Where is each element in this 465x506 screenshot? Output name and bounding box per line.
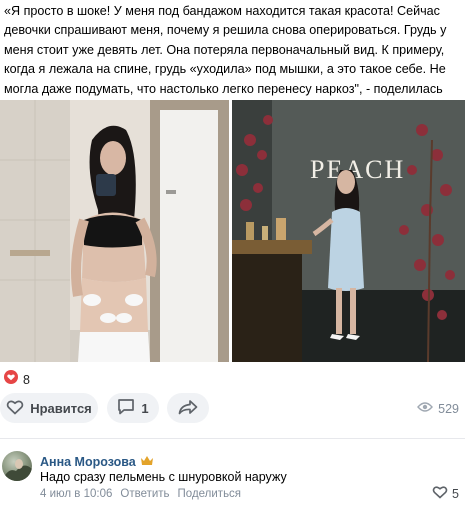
heart-icon <box>4 370 18 389</box>
share-button[interactable] <box>167 393 209 423</box>
comment-like-button[interactable]: 5 <box>432 485 459 502</box>
comment-meta: 4 июл в 10:06 Ответить Поделиться <box>40 488 241 500</box>
reactions-summary[interactable]: 8 <box>4 370 30 389</box>
photo-restaurant[interactable]: PEACH <box>232 100 465 362</box>
comment-author-name: Анна Морозова <box>40 455 136 469</box>
like-button-label: Нравится <box>30 400 92 416</box>
views-counter: 529 <box>417 401 459 416</box>
like-button[interactable]: Нравится <box>0 393 98 423</box>
comment-text: Надо сразу пельмень с шнуровкой наружу <box>40 470 287 484</box>
comment-date[interactable]: 4 июл в 10:06 <box>40 488 112 500</box>
eye-icon <box>417 401 434 416</box>
restaurant-sign: PEACH <box>310 155 405 184</box>
photo-restaurant-image: PEACH <box>232 100 465 362</box>
photo-grid: PEACH <box>0 100 465 362</box>
share-arrow-icon <box>178 399 198 418</box>
heart-outline-icon <box>6 399 24 418</box>
comment-likes-count: 5 <box>452 486 459 501</box>
photo-mirror-selfie-image <box>0 100 229 362</box>
heart-outline-icon <box>432 485 448 502</box>
photo-mirror-selfie[interactable] <box>0 100 229 362</box>
reply-link[interactable]: Ответить <box>120 488 169 500</box>
crown-icon <box>140 455 154 469</box>
post-actions: Нравится 1 529 <box>0 393 465 425</box>
avatar[interactable] <box>2 451 32 481</box>
share-link[interactable]: Поделиться <box>178 488 242 500</box>
comments-count: 1 <box>141 400 149 416</box>
comment-author[interactable]: Анна Морозова <box>40 455 154 469</box>
views-count: 529 <box>438 401 459 416</box>
comment-button[interactable]: 1 <box>107 393 159 423</box>
comment-icon <box>117 398 135 418</box>
reactions-count: 8 <box>23 372 30 387</box>
comments-divider <box>0 438 465 439</box>
